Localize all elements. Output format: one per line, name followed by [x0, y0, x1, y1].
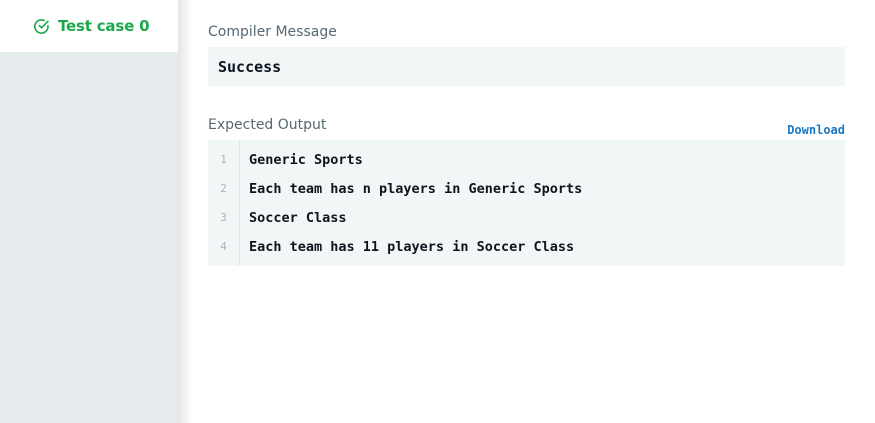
expected-output-box: 1 Generic Sports 2 Each team has n playe…: [208, 140, 845, 266]
line-number-gutter-divider: [239, 140, 240, 266]
line-number: 1: [220, 153, 227, 166]
output-line-text: Each team has 11 players in Soccer Class: [249, 238, 575, 255]
output-line: 2 Each team has n players in Generic Spo…: [208, 174, 845, 203]
output-line-text: Generic Sports: [249, 151, 363, 168]
sidebar-shadow: [178, 0, 192, 423]
test-case-label: Test case 0: [58, 17, 150, 35]
output-line-text: Soccer Class: [249, 209, 347, 226]
line-number: 2: [220, 182, 227, 195]
check-circle-icon: [33, 18, 50, 35]
output-line: 1 Generic Sports: [208, 145, 845, 174]
line-number: 3: [220, 211, 227, 224]
test-case-sidebar: Test case 0: [0, 0, 178, 423]
compiler-message-box: Success: [208, 47, 845, 86]
compiler-message-label: Compiler Message: [208, 24, 337, 40]
test-case-tab[interactable]: Test case 0: [0, 0, 178, 52]
expected-output-label: Expected Output: [208, 117, 327, 133]
output-line: 3 Soccer Class: [208, 203, 845, 232]
output-line: 4 Each team has 11 players in Soccer Cla…: [208, 232, 845, 261]
download-link[interactable]: Download: [787, 123, 845, 137]
line-number: 4: [220, 240, 227, 253]
compiler-message-text: Success: [218, 57, 282, 76]
output-line-text: Each team has n players in Generic Sport…: [249, 180, 583, 197]
